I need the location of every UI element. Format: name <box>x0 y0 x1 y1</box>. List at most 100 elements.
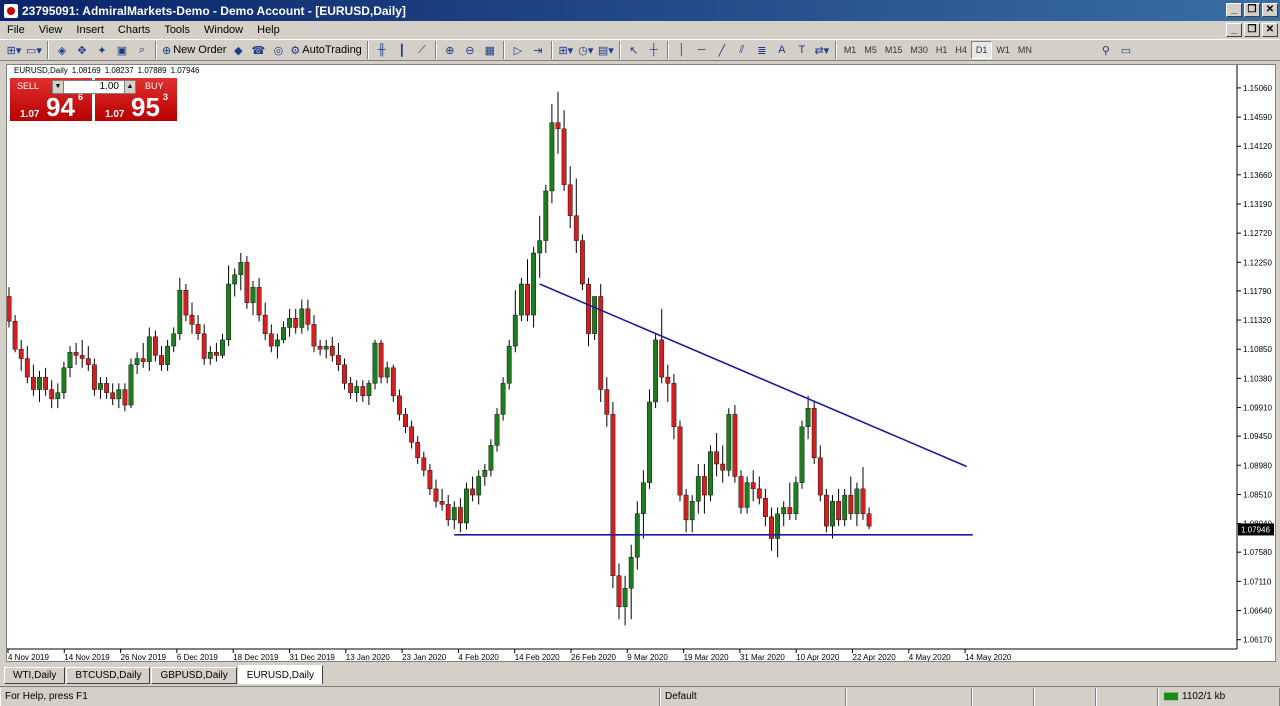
candle-body <box>561 128 567 185</box>
text-label-icon[interactable]: T <box>792 40 812 60</box>
templates-icon[interactable]: ▤▾ <box>596 40 616 60</box>
candle-body <box>79 355 85 359</box>
market-icon[interactable]: ◎ <box>268 40 288 60</box>
navigator-icon[interactable]: ✦ <box>92 40 112 60</box>
menu-insert[interactable]: Insert <box>69 24 111 36</box>
candle <box>238 253 244 291</box>
chart-window[interactable]: 1.15060 1.14590 1.14120 1.13660 1.13190 1.127… <box>6 64 1276 662</box>
strategy-tester-icon[interactable]: ⌕ <box>132 40 152 60</box>
timeframe-mn[interactable]: MN <box>1014 41 1036 59</box>
candle <box>732 405 738 483</box>
candle-body <box>659 339 665 378</box>
market-watch-icon[interactable]: ◈ <box>52 40 72 60</box>
line-chart-icon[interactable]: ⟋ <box>412 40 432 60</box>
menu-help[interactable]: Help <box>250 24 287 36</box>
candle <box>842 488 848 527</box>
candle <box>305 299 311 331</box>
candle <box>714 433 720 477</box>
text-icon[interactable]: A <box>772 40 792 60</box>
chat-icon[interactable]: ▭ <box>1116 40 1136 60</box>
data-window-icon[interactable]: ✥ <box>72 40 92 60</box>
candle-body <box>183 290 189 316</box>
toolbar-separator <box>550 41 553 59</box>
candle-body <box>287 317 292 328</box>
candle-body <box>268 333 274 347</box>
tab-eurusd-daily[interactable]: EURUSD,Daily <box>237 665 323 684</box>
vertical-line-icon[interactable]: │ <box>672 40 692 60</box>
crosshair-icon[interactable]: ┼ <box>644 40 664 60</box>
close-icon[interactable]: ✕ <box>1262 3 1278 17</box>
candle-body <box>256 286 262 316</box>
lot-decrease-icon[interactable]: ▼ <box>52 80 64 94</box>
timeframe-m1[interactable]: M1 <box>840 41 861 59</box>
tab-btcusd-daily[interactable]: BTCUSD,Daily <box>66 667 151 684</box>
descending-trendline[interactable] <box>539 283 968 468</box>
arrows-icon[interactable]: ⇄▾ <box>812 40 832 60</box>
price-chart[interactable]: 1.15060 1.14590 1.14120 1.13660 1.13190 1.127… <box>7 65 1276 662</box>
candlestick-icon[interactable]: ┃ <box>392 40 412 60</box>
restore-icon[interactable]: ❐ <box>1244 3 1260 17</box>
candle <box>384 361 390 384</box>
profiles-icon[interactable]: ▭▾ <box>24 40 44 60</box>
candle <box>519 277 524 322</box>
toolbar-separator <box>434 41 437 59</box>
candle <box>317 339 323 356</box>
tile-windows-icon[interactable]: ▦ <box>480 40 500 60</box>
cursor-icon[interactable]: ↖ <box>624 40 644 60</box>
indicators-icon[interactable]: ⊞▾ <box>556 40 576 60</box>
chart-shift-icon[interactable]: ⇥ <box>528 40 548 60</box>
mdi-minimize-icon[interactable]: _ <box>1226 23 1242 37</box>
candle-body <box>824 494 829 527</box>
candle <box>250 280 256 316</box>
new-order-icon: ⊕ <box>162 44 172 57</box>
timeframe-m30[interactable]: M30 <box>906 41 932 59</box>
search-icon[interactable]: ⚲ <box>1096 40 1116 60</box>
timeframe-w1[interactable]: W1 <box>992 41 1014 59</box>
menu-tools[interactable]: Tools <box>157 24 197 36</box>
candle-body <box>695 476 701 502</box>
timeframe-d1[interactable]: D1 <box>970 41 993 59</box>
timeframe-h4[interactable]: H4 <box>951 41 971 59</box>
status-profile: Default <box>660 687 846 706</box>
candle-body <box>464 488 469 524</box>
menu-file[interactable]: File <box>0 24 32 36</box>
timeframe-h1[interactable]: H1 <box>932 41 952 59</box>
metaeditor-icon[interactable]: ◆ <box>228 40 248 60</box>
lot-increase-icon[interactable]: ▲ <box>124 80 136 94</box>
horizontal-line-icon[interactable]: ─ <box>692 40 712 60</box>
tab-gbpusd-daily[interactable]: GBPUSD,Daily <box>151 667 237 684</box>
timeframe-m15[interactable]: M15 <box>881 41 907 59</box>
autotrading-button[interactable]: ⚙ AutoTrading <box>288 40 363 60</box>
candle-body <box>159 355 164 365</box>
candle-body <box>848 494 854 514</box>
menu-window[interactable]: Window <box>197 24 250 36</box>
fibonacci-icon[interactable]: ≣ <box>752 40 772 60</box>
tab-wti-daily[interactable]: WTI,Daily <box>4 667 66 684</box>
menu-charts[interactable]: Charts <box>111 24 157 36</box>
timeframe-m5[interactable]: M5 <box>860 41 881 59</box>
candle <box>708 445 713 502</box>
signals-icon[interactable]: ☎ <box>248 40 268 60</box>
candle <box>311 315 317 353</box>
candle <box>397 389 402 421</box>
new-order-button[interactable]: ⊕ New Order <box>160 40 228 60</box>
candle-body <box>226 283 231 341</box>
menu-view[interactable]: View <box>32 24 70 36</box>
bar-chart-icon[interactable]: ╫ <box>372 40 392 60</box>
mdi-restore-icon[interactable]: ❐ <box>1244 23 1260 37</box>
candle <box>244 256 250 309</box>
auto-scroll-icon[interactable]: ▷ <box>508 40 528 60</box>
candle-body <box>73 352 79 356</box>
candle-body <box>177 290 183 334</box>
zoom-out-icon[interactable]: ⊖ <box>460 40 480 60</box>
minimize-icon[interactable]: _ <box>1226 3 1242 17</box>
mdi-close-icon[interactable]: ✕ <box>1262 23 1278 37</box>
zoom-in-icon[interactable]: ⊕ <box>440 40 460 60</box>
new-chart-icon[interactable]: ⊞▾ <box>4 40 24 60</box>
equidistant-channel-icon[interactable]: ⫽ <box>732 40 752 60</box>
trendline-icon[interactable]: ╱ <box>712 40 732 60</box>
terminal-icon[interactable]: ▣ <box>112 40 132 60</box>
candle-body <box>409 426 414 443</box>
candle-body <box>421 457 427 471</box>
periods-icon[interactable]: ◷▾ <box>576 40 596 60</box>
